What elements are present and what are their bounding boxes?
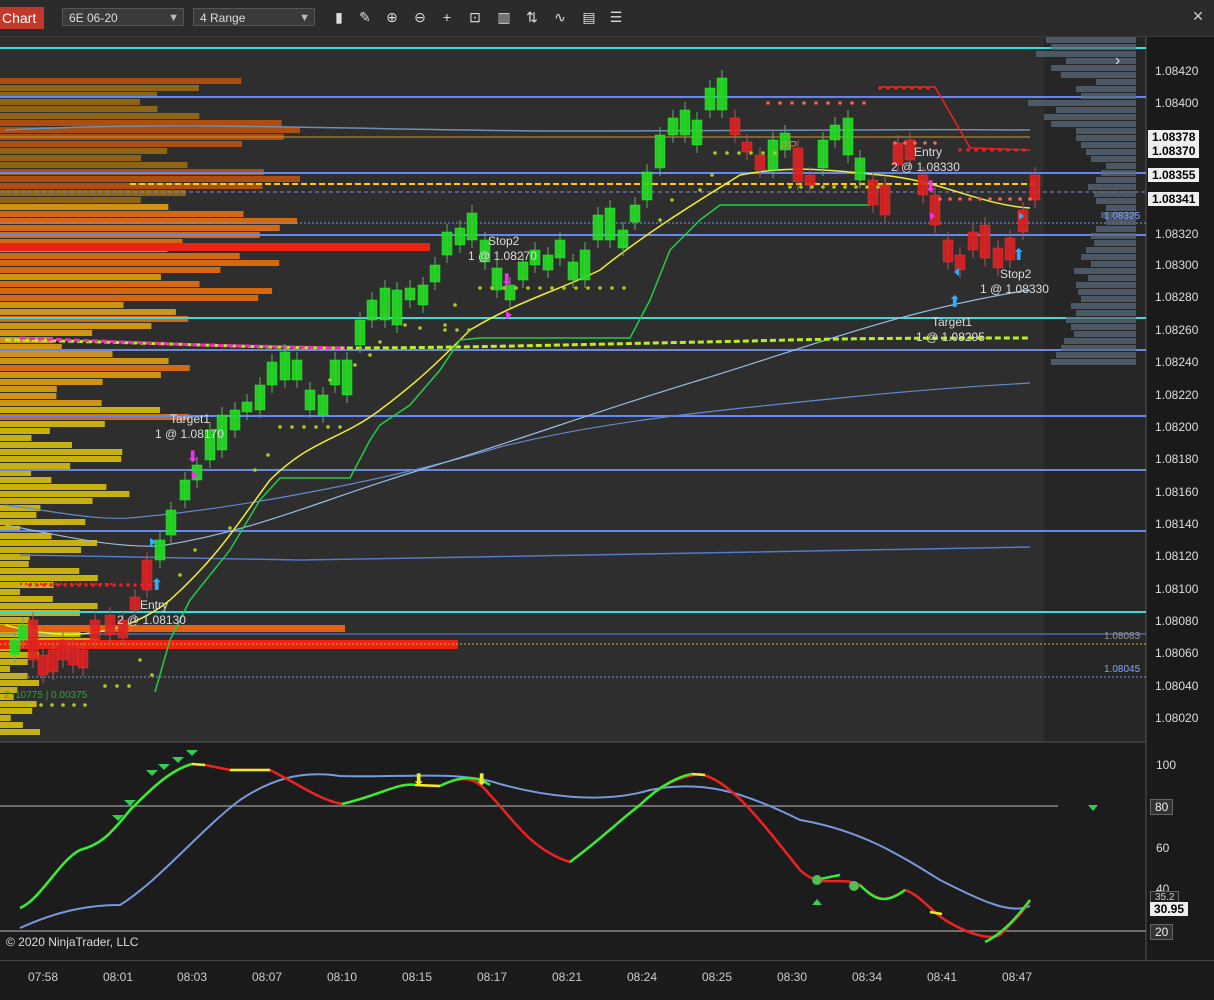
- properties-icon[interactable]: ▤: [580, 8, 598, 26]
- price-marker: 1.08355: [1148, 168, 1200, 182]
- time-label: 08:34: [852, 970, 883, 984]
- time-label: 08:10: [327, 970, 358, 984]
- price-label: 1.08200: [1155, 420, 1199, 434]
- price-marker: 1.08370: [1148, 144, 1200, 158]
- time-label: 08:01: [103, 970, 134, 984]
- osc-axis-label: 100: [1156, 758, 1177, 772]
- price-label: 1.08260: [1155, 323, 1199, 337]
- exit-arrow-icon: ⬇: [500, 272, 513, 289]
- price-label: 1.08300: [1155, 258, 1199, 272]
- pencil-icon[interactable]: ✎: [356, 8, 374, 26]
- time-label: 07:58: [28, 970, 59, 984]
- cover-arrow-icon: ⬆: [1012, 247, 1025, 264]
- price-label: 1.08400: [1155, 96, 1199, 110]
- order-price-label: 1.08325: [1104, 211, 1141, 222]
- time-label: 08:25: [702, 970, 733, 984]
- bar-style-icon[interactable]: ▮: [330, 8, 348, 26]
- instrument-value: 6E 06-20: [69, 11, 118, 25]
- stop-label: Stop2: [1000, 267, 1032, 281]
- osc-value-box: 30.95: [1150, 902, 1189, 916]
- entry-detail: 2 @ 1.08130: [117, 613, 186, 627]
- crosshair-icon[interactable]: +: [438, 8, 456, 26]
- price-marker: 1.08378: [1148, 130, 1200, 144]
- price-label: 1.08280: [1155, 290, 1199, 304]
- chart-canvas[interactable]: ⬆ ⬇ ⬇ ⬇ ⬆ ⬆ ⬇ ⬇ ›: [0, 36, 1214, 960]
- time-label: 08:47: [1002, 970, 1033, 984]
- indicators-icon[interactable]: ⇅: [523, 8, 541, 26]
- entry-label: Entry: [140, 598, 169, 612]
- chevron-down-icon: ▼: [168, 12, 179, 24]
- time-label: 08:30: [777, 970, 808, 984]
- price-label: 1.08100: [1155, 582, 1199, 596]
- time-label: 08:21: [552, 970, 583, 984]
- pivot-label: PP: [780, 138, 798, 153]
- time-label: 08:24: [627, 970, 658, 984]
- target-detail: 1 @ 1.08295: [916, 330, 985, 344]
- strategy-icon[interactable]: ▥: [495, 8, 513, 26]
- order-price-label: 1.08045: [1104, 664, 1141, 675]
- price-label: 1.08060: [1155, 646, 1199, 660]
- price-label: 1.08140: [1155, 517, 1199, 531]
- entry-label: Entry: [914, 145, 943, 159]
- scale-chevron-icon: ›: [1115, 52, 1120, 69]
- zoom-out-icon[interactable]: ⊖: [411, 8, 429, 26]
- entry-detail: 2 @ 1.08330: [891, 160, 960, 174]
- stop-detail: 1 @ 1.08270: [468, 249, 537, 263]
- time-label: 08:41: [927, 970, 958, 984]
- interval-value: 4 Range: [200, 11, 246, 25]
- time-label: 08:03: [177, 970, 208, 984]
- profile-stats: 2: 10775 | 0.00375: [4, 690, 88, 701]
- price-marker: 1.08341: [1148, 192, 1200, 206]
- exit-arrow-icon: ⬇: [186, 449, 199, 466]
- price-label: 1.08320: [1155, 227, 1199, 241]
- signal-arrow-icon: ⬇: [412, 772, 425, 789]
- price-label: 1.08080: [1155, 614, 1199, 628]
- data-box-icon[interactable]: ⊡: [466, 8, 484, 26]
- price-label: 1.08040: [1155, 679, 1199, 693]
- close-icon[interactable]: ✕: [1190, 8, 1206, 24]
- target-label: Target1: [932, 315, 973, 329]
- buy-arrow-icon: ⬆: [150, 577, 163, 594]
- signal-arrow-icon: ⬇: [475, 772, 488, 789]
- interval-selector[interactable]: 4 Range ▼: [193, 8, 315, 26]
- time-label: 08:07: [252, 970, 283, 984]
- order-price-label: 1.08083: [1104, 631, 1141, 642]
- stop-detail: 1 @ 1.08330: [980, 282, 1049, 296]
- zoom-in-icon[interactable]: ⊕: [383, 8, 401, 26]
- copyright: © 2020 NinjaTrader, LLC: [6, 935, 139, 949]
- chart-trader-icon[interactable]: ∿: [551, 8, 569, 26]
- target-detail: 1 @ 1.08170: [155, 427, 224, 441]
- cover-arrow-icon: ⬆: [948, 294, 961, 311]
- chart-toolbar: Chart 6E 06-20 ▼ 4 Range ▼ ▮ ✎ ⊕ ⊖ + ⊡ ▥…: [0, 0, 1214, 37]
- stop-label: Stop2: [488, 234, 520, 248]
- price-label: 1.08160: [1155, 485, 1199, 499]
- chevron-down-icon: ▼: [299, 12, 310, 24]
- price-label: 1.08180: [1155, 452, 1199, 466]
- price-label: 1.08120: [1155, 549, 1199, 563]
- time-label: 08:15: [402, 970, 433, 984]
- instrument-selector[interactable]: 6E 06-20 ▼: [62, 8, 184, 26]
- chart-tab[interactable]: Chart: [0, 7, 44, 29]
- menu-icon[interactable]: ☰: [607, 8, 625, 26]
- sell-arrow-icon: ⬇: [924, 179, 937, 196]
- target-label: Target1: [170, 412, 211, 426]
- osc-axis-label: 60: [1156, 841, 1170, 855]
- time-label: 08:17: [477, 970, 508, 984]
- price-label: 1.08240: [1155, 355, 1199, 369]
- price-label: 1.08220: [1155, 388, 1199, 402]
- osc-level-box: 20: [1150, 924, 1174, 940]
- osc-level-box: 80: [1150, 799, 1174, 815]
- price-label: 1.08420: [1155, 64, 1199, 78]
- price-label: 1.08020: [1155, 711, 1199, 725]
